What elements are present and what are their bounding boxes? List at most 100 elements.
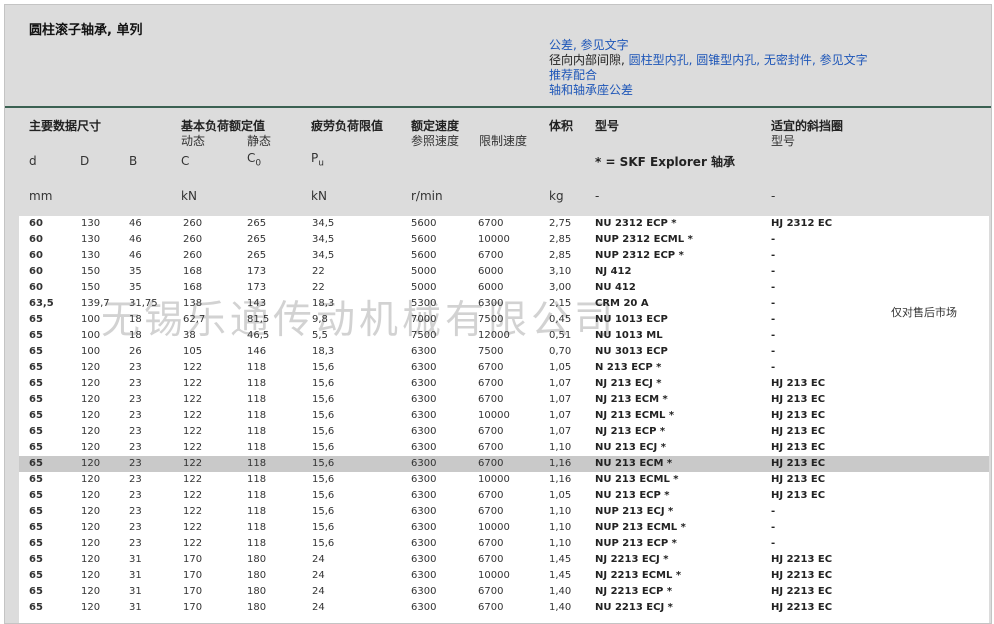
cell-D: 120 xyxy=(81,522,101,533)
cell-D: 120 xyxy=(81,394,101,405)
cell-reference-speed: 5600 xyxy=(411,250,437,261)
cell-designation[interactable]: NUP 2312 ECML * xyxy=(595,233,693,247)
cell-limiting-speed: 6700 xyxy=(478,602,504,613)
table-row[interactable]: 65 120 31 170 180 24 6300 10000 1,45 NJ 2213 ECML… xyxy=(19,568,989,584)
cell-designation[interactable]: NJ 2213 ECP * xyxy=(595,585,672,599)
cell-B: 23 xyxy=(129,426,142,437)
table-row[interactable]: 65 120 23 122 118 15,6 6300 6700 1,07 NJ 213 ECP … xyxy=(19,424,989,440)
table-row[interactable]: 65 120 23 122 118 15,6 6300 10000 1,10 NUP 213 EC… xyxy=(19,520,989,536)
product-table-panel: 圆柱滚子轴承, 单列 公差, 参见文字 径向内部间隙, 圆柱型内孔, 圆锥型内孔… xyxy=(4,4,992,624)
cell-designation[interactable]: NU 213 ECML * xyxy=(595,473,679,487)
cell-static-load: 143 xyxy=(247,298,267,309)
cell-designation[interactable]: NU 3013 ECP xyxy=(595,345,668,359)
cell-D: 120 xyxy=(81,570,101,581)
cell-designation[interactable]: NJ 412 xyxy=(595,265,631,279)
cell-d: 65 xyxy=(29,458,43,469)
table-row[interactable]: 60 130 46 260 265 34,5 5600 6700 2,85 NUP 2312 EC… xyxy=(19,248,989,264)
cell-designation[interactable]: NUP 2312 ECP * xyxy=(595,249,684,263)
cell-angle-ring: - xyxy=(771,282,776,293)
table-row[interactable]: 65 120 31 170 180 24 6300 6700 1,40 NJ 2213 ECP *… xyxy=(19,584,989,600)
header-limit-speed: 限制速度 xyxy=(479,134,528,148)
clearance-ref-link[interactable]: , 参见文字 xyxy=(812,53,868,67)
cell-reference-speed: 5300 xyxy=(411,298,437,309)
cell-mass: 1,10 xyxy=(549,522,572,533)
table-row[interactable]: 65 100 18 62,7 81,5 9,8 7000 7500 0,45 NU 1013 EC… xyxy=(19,312,989,328)
cell-mass: 2,15 xyxy=(549,298,572,309)
cell-d: 63,5 xyxy=(29,298,54,309)
cell-designation[interactable]: NJ 2213 ECML * xyxy=(595,569,681,583)
cell-designation[interactable]: NJ 213 ECJ * xyxy=(595,377,662,391)
cell-reference-speed: 6300 xyxy=(411,522,437,533)
table-row[interactable]: 65 100 26 105 146 18,3 6300 7500 0,70 NU 3013 ECP… xyxy=(19,344,989,360)
table-row[interactable]: 65 120 23 122 118 15,6 6300 6700 1,10 NUP 213 ECP… xyxy=(19,536,989,552)
cell-designation[interactable]: NU 213 ECM * xyxy=(595,457,672,471)
cell-mass: 2,85 xyxy=(549,234,572,245)
cell-designation[interactable]: NU 2312 ECP * xyxy=(595,217,677,231)
table-row[interactable]: 65 120 23 122 118 15,6 6300 6700 1,05 NU 213 ECP … xyxy=(19,488,989,504)
symbol-D: D xyxy=(80,154,90,168)
symbol-Pu: Pu xyxy=(311,151,324,169)
clearance-tapered-link[interactable]: , 圆锥型内孔, 无密封件 xyxy=(689,53,812,67)
cell-dynamic-load: 122 xyxy=(183,490,203,501)
cell-reference-speed: 6300 xyxy=(411,378,437,389)
cell-designation[interactable]: NUP 213 ECML * xyxy=(595,521,686,535)
cell-designation[interactable]: N 213 ECP * xyxy=(595,361,661,375)
table-row[interactable]: 65 120 23 122 118 15,6 6300 6700 1,10 NUP 213 ECJ… xyxy=(19,504,989,520)
cell-dynamic-load: 122 xyxy=(183,426,203,437)
cell-D: 100 xyxy=(81,330,101,341)
cell-designation[interactable]: NUP 213 ECP * xyxy=(595,537,677,551)
cell-B: 23 xyxy=(129,506,142,517)
cell-designation[interactable]: NU 1013 ECP xyxy=(595,313,668,327)
cell-fatigue-limit: 24 xyxy=(312,554,325,565)
fits-link[interactable]: 推荐配合 xyxy=(549,68,597,82)
cell-designation[interactable]: NU 2213 ECJ * xyxy=(595,601,673,615)
cell-fatigue-limit: 9,8 xyxy=(312,314,328,325)
cell-fatigue-limit: 22 xyxy=(312,266,325,277)
cell-mass: 1,16 xyxy=(549,458,572,469)
table-row[interactable]: 65 120 23 122 118 15,6 6300 6700 1,10 NU 213 ECJ … xyxy=(19,440,989,456)
table-row[interactable]: 65 120 31 170 180 24 6300 6700 1,40 NU 2213 ECJ *… xyxy=(19,600,989,616)
cell-d: 60 xyxy=(29,234,43,245)
table-row[interactable]: 65 120 23 122 118 15,6 6300 6700 1,16 NU 213 ECM … xyxy=(19,456,989,472)
cell-d: 65 xyxy=(29,346,43,357)
table-row[interactable]: 60 150 35 168 173 22 5000 6000 3,00 NU 412 - xyxy=(19,280,989,296)
table-row[interactable]: 60 150 35 168 173 22 5000 6000 3,10 NJ 412 - xyxy=(19,264,989,280)
shaft-housing-link[interactable]: 轴和轴承座公差 xyxy=(549,83,633,97)
header-dynamic: 动态 xyxy=(181,134,206,148)
table-row[interactable]: 65 120 23 122 118 15,6 6300 6700 1,05 N 213 ECP *… xyxy=(19,360,989,376)
cell-mass: 0,70 xyxy=(549,346,572,357)
header-main-dims: 主要数据尺寸 xyxy=(29,119,102,133)
cell-designation[interactable]: NU 1013 ML xyxy=(595,329,663,343)
table-row[interactable]: 65 120 23 122 118 15,6 6300 10000 1,16 NU 213 ECM… xyxy=(19,472,989,488)
cell-reference-speed: 6300 xyxy=(411,458,437,469)
table-row[interactable]: 60 130 46 260 265 34,5 5600 6700 2,75 NU 2312 ECP… xyxy=(19,216,989,232)
table-row[interactable]: 63,5 139,7 31,75 138 143 18,3 5300 6300 2,15 CRM … xyxy=(19,296,989,312)
cell-B: 46 xyxy=(129,250,142,261)
table-row[interactable]: 65 120 23 122 118 15,6 6300 6700 1,07 NJ 213 ECJ … xyxy=(19,376,989,392)
table-row[interactable]: 65 120 23 122 118 15,6 6300 6700 1,07 NJ 213 ECM … xyxy=(19,392,989,408)
cell-designation[interactable]: CRM 20 A xyxy=(595,297,649,311)
cell-B: 35 xyxy=(129,282,142,293)
cell-designation[interactable]: NU 412 xyxy=(595,281,636,295)
tolerance-ref-link[interactable]: , 参见文字 xyxy=(573,38,629,52)
cell-dynamic-load: 122 xyxy=(183,378,203,389)
cell-designation[interactable]: NJ 213 ECML * xyxy=(595,409,674,423)
cell-designation[interactable]: NUP 213 ECJ * xyxy=(595,505,673,519)
cell-fatigue-limit: 15,6 xyxy=(312,410,335,421)
table-row[interactable]: 60 130 46 260 265 34,5 5600 10000 2,85 NUP 2312 E… xyxy=(19,232,989,248)
tolerance-link[interactable]: 公差 xyxy=(549,38,573,52)
clearance-cylindrical-link[interactable]: 圆柱型内孔 xyxy=(629,53,689,67)
cell-angle-ring: - xyxy=(771,538,776,549)
cell-limiting-speed: 12000 xyxy=(478,330,510,341)
cell-designation[interactable]: NJ 2213 ECJ * xyxy=(595,553,669,567)
cell-fatigue-limit: 15,6 xyxy=(312,362,335,373)
table-row[interactable]: 65 120 23 122 118 15,6 6300 10000 1,07 NJ 213 ECM… xyxy=(19,408,989,424)
table-row[interactable]: 65 100 18 38 46,5 5,5 7500 12000 0,51 NU 1013 ML - xyxy=(19,328,989,344)
cell-d: 65 xyxy=(29,394,43,405)
cell-designation[interactable]: NJ 213 ECP * xyxy=(595,425,665,439)
cell-reference-speed: 6300 xyxy=(411,490,437,501)
cell-designation[interactable]: NU 213 ECP * xyxy=(595,489,670,503)
table-row[interactable]: 65 120 31 170 180 24 6300 6700 1,45 NJ 2213 ECJ *… xyxy=(19,552,989,568)
cell-designation[interactable]: NJ 213 ECM * xyxy=(595,393,668,407)
cell-designation[interactable]: NU 213 ECJ * xyxy=(595,441,666,455)
